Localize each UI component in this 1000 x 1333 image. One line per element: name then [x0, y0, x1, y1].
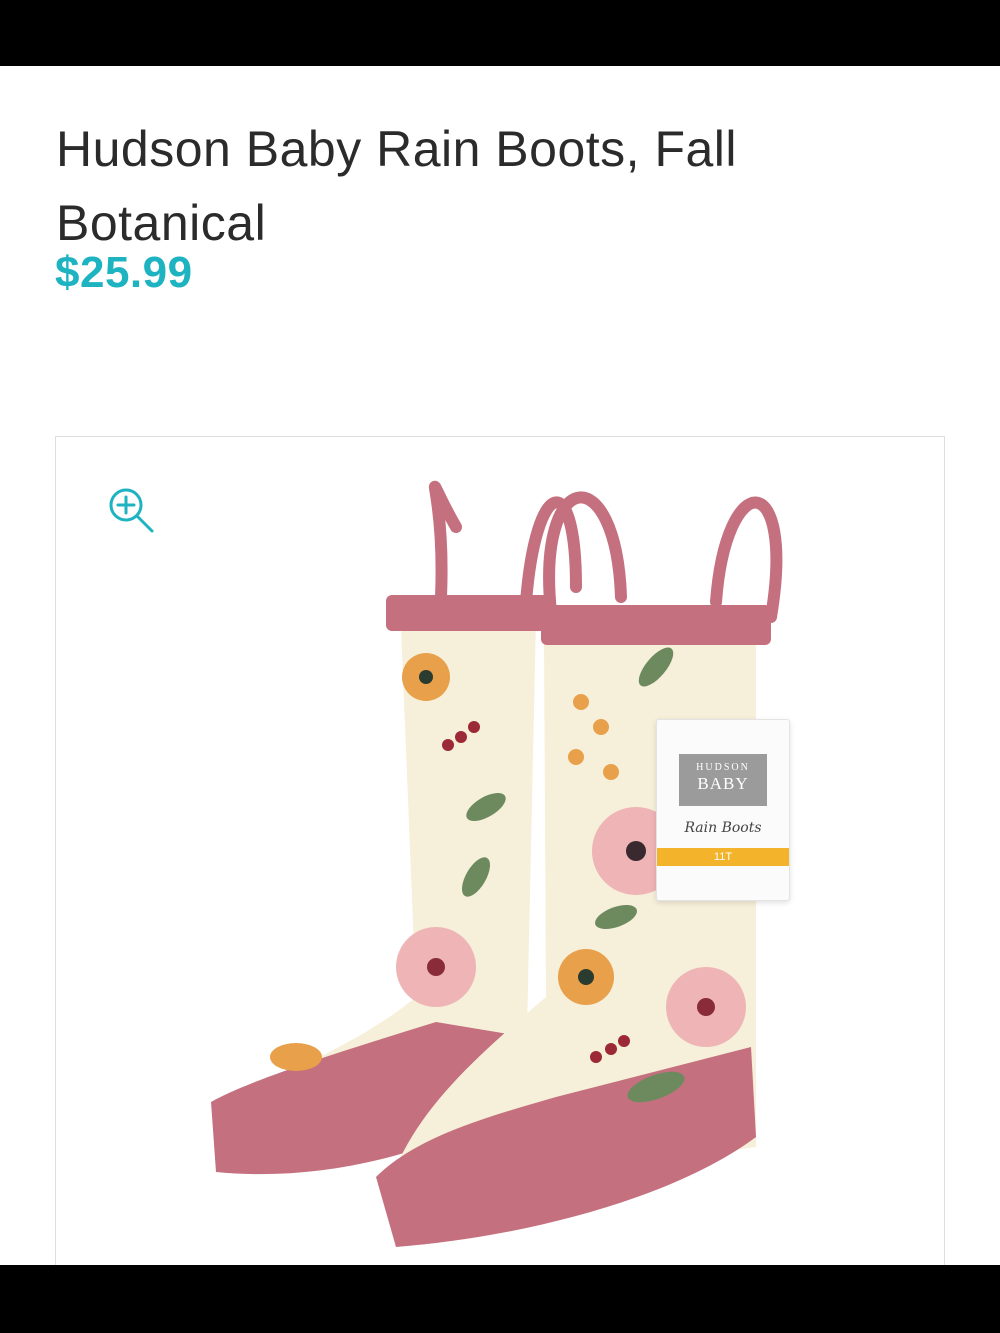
product-image[interactable]	[56, 437, 944, 1277]
status-bar	[0, 0, 1000, 66]
product-hang-tag: HUDSON BABY Rain Boots 11T	[656, 719, 790, 901]
zoom-in-icon[interactable]	[106, 485, 156, 535]
product-title: Hudson Baby Rain Boots, Fall Botanical	[56, 120, 738, 251]
product-price: $25.99	[55, 248, 193, 297]
navigation-bar	[0, 1265, 1000, 1333]
tag-size: 11T	[657, 848, 789, 866]
brand-line-1: HUDSON	[696, 762, 750, 773]
product-image-gallery[interactable]: HUDSON BABY Rain Boots 11T	[55, 436, 945, 1278]
brand-logo: HUDSON BABY	[679, 754, 767, 806]
brand-line-2: BABY	[697, 774, 749, 793]
tag-product-name: Rain Boots	[684, 820, 762, 836]
